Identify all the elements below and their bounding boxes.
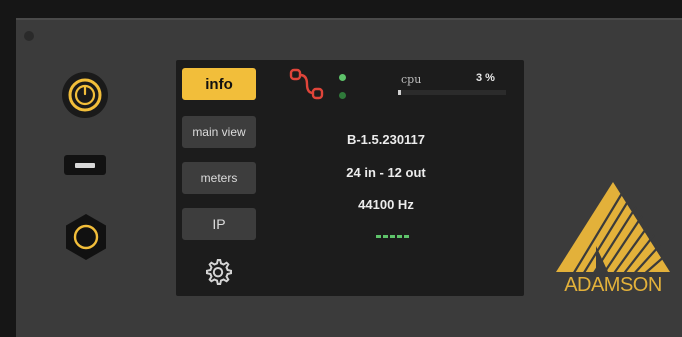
link-icon (289, 68, 324, 100)
tab-ip[interactable]: IP (182, 208, 256, 240)
cpu-value: 3 % (476, 72, 495, 84)
sample-rate: 44100 Hz (358, 197, 414, 212)
firmware-version: B-1.5.230117 (346, 132, 426, 147)
cpu-meter (398, 90, 506, 95)
encoder-knob[interactable] (61, 212, 111, 262)
cpu-meter-fill (398, 90, 402, 95)
power-icon (68, 78, 102, 112)
display-screen: info main view meters IP cpu 3 % B-1.5.2… (176, 60, 524, 296)
io-config: 24 in - 12 out (346, 165, 426, 180)
status-led-bottom (339, 92, 346, 99)
panel-screw (24, 31, 34, 41)
usb-port (64, 155, 106, 175)
usb-slot (75, 162, 95, 168)
brand-wordmark: ADAMSON (564, 274, 662, 296)
activity-indicator (376, 235, 410, 238)
gear-icon[interactable] (202, 256, 236, 290)
tab-main-view[interactable]: main view (182, 116, 256, 148)
cpu-label: cpu (401, 73, 422, 86)
tab-meters[interactable]: meters (182, 162, 256, 194)
tab-info[interactable]: info (182, 68, 256, 100)
status-led-top (339, 74, 346, 81)
power-button[interactable] (62, 72, 108, 118)
